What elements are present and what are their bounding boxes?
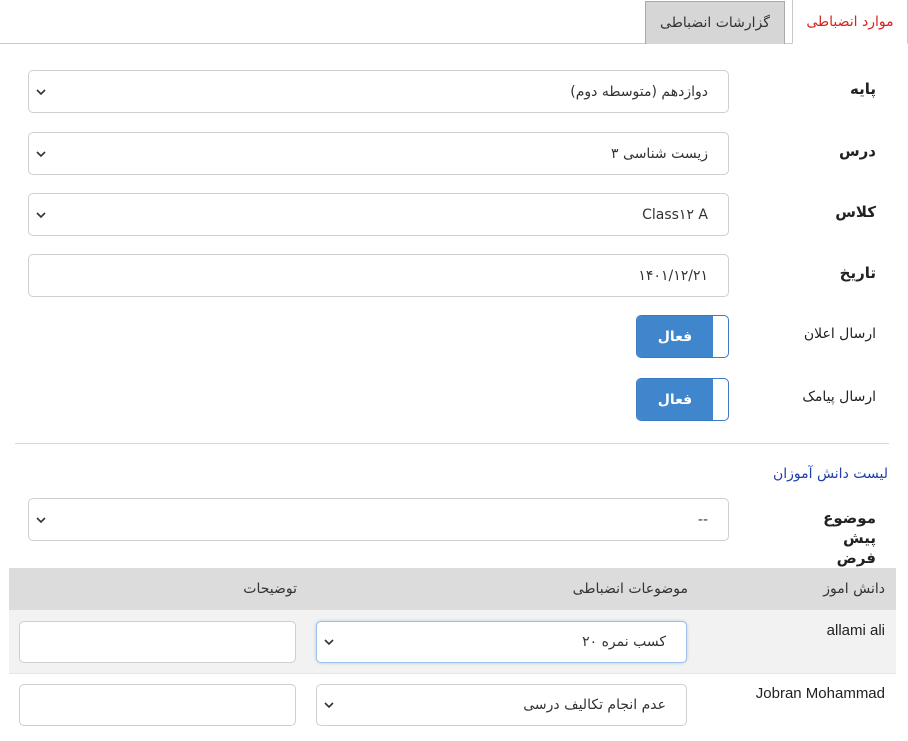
send-notification-label: ارسال اعلان	[803, 326, 876, 342]
class-label: کلاس	[835, 203, 876, 221]
default-topic-value: --	[697, 511, 708, 528]
date-input[interactable]: ۱۴۰۱/۱۲/۲۱	[28, 254, 729, 297]
tab-label: گزارشات انضباطی	[660, 15, 770, 31]
default-topic-select[interactable]: --	[28, 498, 729, 541]
grade-value: دوازدهم (متوسطه دوم)	[570, 83, 708, 100]
class-value: Class۱۲ A	[642, 206, 708, 223]
chevron-down-icon	[323, 699, 335, 711]
toggle-on-label: فعال	[637, 316, 713, 357]
course-select[interactable]: زیست شناسی ۳	[28, 132, 729, 175]
tab-disciplinary-items[interactable]: موارد انضباطی	[792, 0, 908, 44]
send-sms-label: ارسال پیامک	[802, 389, 876, 405]
grade-select[interactable]: دوازدهم (متوسطه دوم)	[28, 70, 729, 113]
chevron-down-icon	[35, 514, 47, 526]
students-list-title[interactable]: لیست دانش آموزان	[773, 466, 888, 482]
table-row: Jobran Mohammad عدم انجام تکالیف درسی	[9, 673, 896, 741]
table-header: دانش اموز موضوعات انضباطی توضیحات	[9, 568, 896, 610]
topic-select[interactable]: کسب نمره ۲۰	[316, 621, 687, 663]
table-row: allami ali کسب نمره ۲۰	[9, 610, 896, 673]
header-topics: موضوعات انضباطی	[572, 581, 688, 597]
header-student: دانش اموز	[823, 581, 885, 597]
header-notes: توضیحات	[243, 581, 297, 597]
course-label: درس	[838, 142, 876, 160]
tab-disciplinary-reports[interactable]: گزارشات انضباطی	[645, 1, 785, 44]
section-divider	[15, 443, 889, 444]
send-notification-toggle[interactable]: فعال	[636, 315, 729, 358]
default-topic-label: موضوع پیش فرض	[823, 509, 876, 567]
date-value: ۱۴۰۱/۱۲/۲۱	[638, 267, 708, 284]
notes-input[interactable]	[19, 684, 296, 726]
toggle-on-label: فعال	[637, 379, 713, 420]
student-name: Jobran Mohammad	[755, 685, 885, 702]
chevron-down-icon	[35, 209, 47, 221]
topic-value: عدم انجام تکالیف درسی	[523, 697, 666, 713]
student-name: allami ali	[826, 622, 885, 639]
notes-input[interactable]	[19, 621, 296, 663]
send-sms-toggle[interactable]: فعال	[636, 378, 729, 421]
topic-select[interactable]: عدم انجام تکالیف درسی	[316, 684, 687, 726]
chevron-down-icon	[323, 636, 335, 648]
tab-label: موارد انضباطی	[806, 13, 894, 30]
chevron-down-icon	[35, 148, 47, 160]
grade-label: پایه	[850, 80, 876, 98]
class-select[interactable]: Class۱۲ A	[28, 193, 729, 236]
date-label: تاریخ	[839, 264, 876, 282]
chevron-down-icon	[35, 86, 47, 98]
topic-value: کسب نمره ۲۰	[582, 634, 666, 650]
course-value: زیست شناسی ۳	[611, 145, 708, 162]
